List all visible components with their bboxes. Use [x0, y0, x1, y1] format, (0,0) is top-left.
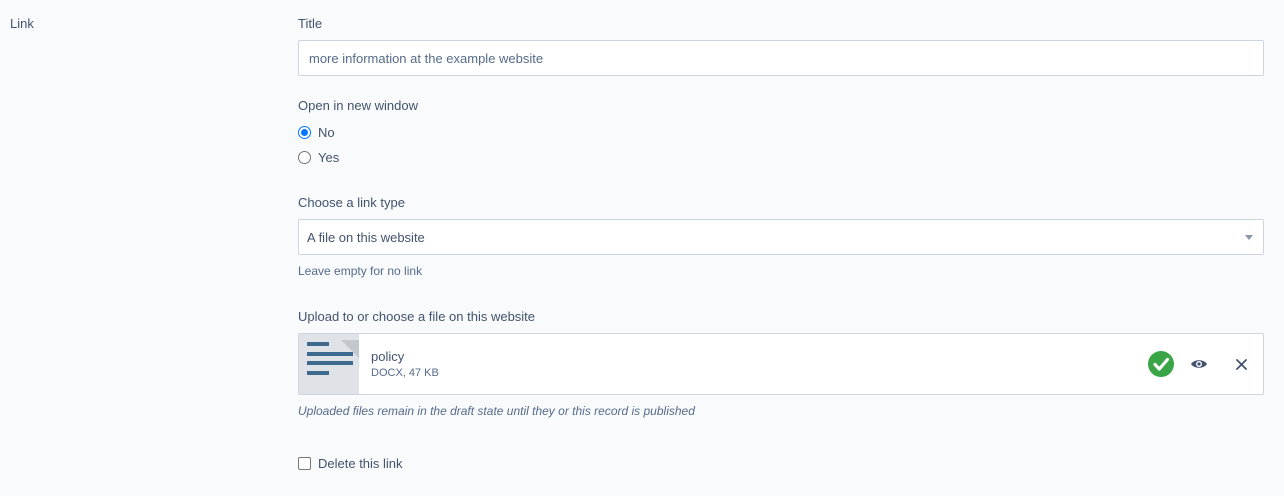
link-editor-form: Link Title more information at the examp…: [0, 0, 1284, 496]
title-label: Title: [298, 16, 323, 31]
delete-link-option[interactable]: Delete this link: [298, 455, 403, 471]
document-icon: [299, 334, 359, 394]
file-name: policy: [371, 349, 405, 364]
check-circle-icon: [1147, 351, 1175, 377]
section-label: Link: [10, 16, 34, 31]
link-type-select[interactable]: A file on this website: [298, 219, 1264, 255]
new-window-label: Open in new window: [298, 98, 418, 113]
radio-yes[interactable]: [298, 150, 311, 164]
upload-help: Uploaded files remain in the draft state…: [298, 404, 695, 418]
link-type-selected: A file on this website: [307, 229, 425, 245]
chevron-down-icon: [1245, 234, 1253, 240]
eye-icon[interactable]: [1187, 358, 1211, 370]
upload-label: Upload to or choose a file on this websi…: [298, 309, 536, 324]
link-type-label: Choose a link type: [298, 195, 405, 210]
radio-option-no[interactable]: No: [298, 124, 335, 140]
radio-yes-label[interactable]: Yes: [318, 150, 339, 165]
close-icon[interactable]: [1231, 358, 1251, 370]
link-type-help: Leave empty for no link: [298, 264, 423, 278]
radio-option-yes[interactable]: Yes: [298, 149, 339, 165]
title-input-value: more information at the example website: [309, 50, 544, 66]
title-input[interactable]: more information at the example website: [298, 40, 1264, 76]
delete-link-checkbox[interactable]: [298, 456, 311, 470]
file-meta: DOCX, 47 KB: [371, 367, 439, 379]
radio-no[interactable]: [298, 125, 311, 139]
delete-link-label[interactable]: Delete this link: [318, 456, 403, 471]
file-item: policy DOCX, 47 KB: [298, 333, 1264, 395]
file-info: policy DOCX, 47 KB: [371, 349, 439, 379]
radio-no-label[interactable]: No: [318, 125, 335, 140]
file-actions: [1147, 334, 1263, 394]
